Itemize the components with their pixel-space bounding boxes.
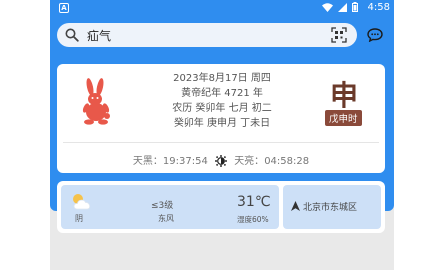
cloudy-weather-icon (73, 194, 91, 210)
weather-panel: 阴 ≤3级 东风 31℃ 湿度60% 北京市东城区 (57, 181, 385, 233)
status-time: 4:58 (367, 2, 390, 13)
lunar-date: 农历 癸卯年 七月 初二 (172, 103, 272, 114)
signal-icon (338, 2, 347, 12)
divider (63, 142, 379, 143)
hour-branch-char: 申 (329, 79, 358, 112)
wifi-icon (322, 2, 333, 12)
wind-direction: 东风 (158, 214, 174, 223)
search-icon[interactable] (65, 28, 79, 42)
date-info: 2023年8月17日 周四 黄帝纪年 4721 年 农历 癸卯年 七月 初二 癸… (147, 71, 297, 131)
light-label: 天亮： (234, 156, 265, 167)
day-night-icon (215, 155, 227, 167)
location-arrow-icon (291, 201, 300, 211)
dark-label: 天黑： (132, 156, 163, 167)
status-bar: A 4:58 (50, 0, 394, 16)
hour-badge: 戊申时 (325, 110, 362, 126)
location-name: 北京市东城区 (303, 203, 358, 213)
wind-level: ≤3级 (151, 201, 174, 211)
huangdi-year: 黄帝纪年 4721 年 (181, 88, 263, 99)
solar-date: 2023年8月17日 周四 (173, 73, 271, 84)
app-notification-icon: A (59, 3, 69, 13)
dark-time: 19:37:54 (162, 156, 208, 167)
sun-times: 天黑：19:37:54 天亮：04:58:28 (57, 152, 385, 167)
almanac-card[interactable]: 2023年8月17日 周四 黄帝纪年 4721 年 农历 癸卯年 七月 初二 癸… (57, 64, 385, 173)
light-time: 04:58:28 (264, 156, 310, 167)
ganzhi-date: 癸卯年 庚申月 丁未日 (173, 118, 271, 129)
status-icons (322, 2, 358, 12)
location-card[interactable]: 北京市东城区 (283, 185, 381, 229)
rabbit-zodiac-icon (82, 78, 110, 125)
search-bar[interactable]: 疝气 (57, 23, 357, 47)
humidity: 湿度60% (237, 215, 269, 224)
weather-card[interactable]: 阴 ≤3级 东风 31℃ 湿度60% (61, 185, 279, 229)
temperature: 31℃ (237, 194, 271, 210)
chat-icon[interactable] (367, 28, 383, 42)
weather-condition: 阴 (75, 214, 83, 223)
search-input[interactable]: 疝气 (87, 27, 111, 44)
qr-scan-icon[interactable] (331, 27, 347, 43)
phone-screen: A 4:58 疝气 2023年8月17日 周四 黄帝纪年 4721 年 农历 癸… (50, 0, 394, 270)
battery-icon (352, 2, 358, 12)
